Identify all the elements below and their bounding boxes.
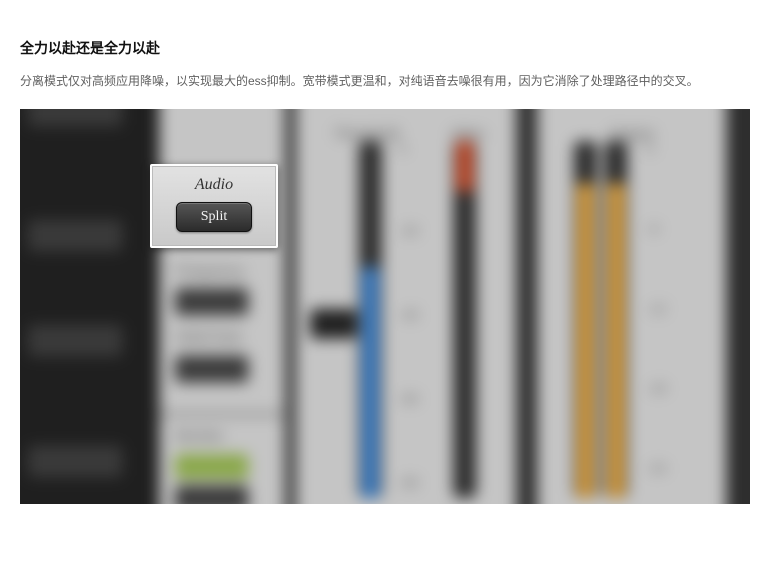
bg-threshold-title: Threshold [334,126,399,143]
bg-threshold-panel: Threshold Atten 0 -20 -40 -60 -80 [296,109,516,504]
bg-output-meter-r [604,141,627,498]
audio-section-label: Audio [152,176,276,194]
bg-monitor-button-2 [175,486,249,504]
bg-output-level-r [608,183,625,498]
section-paragraph: 分离模式仅对高频应用降噪，以实现最大的ess抑制。宽带模式更温和，对纯语音去噪很… [20,72,750,91]
bg-atten-level [456,141,473,191]
bg-dark-button [28,109,122,126]
bg-output-ticks: 0 -6 -12 -18 -24 [646,141,678,498]
plugin-screenshot: Frequency SideChain Monitor Threshold At… [20,109,750,504]
bg-frequency-label: Frequency [175,262,244,279]
bg-atten-title: Atten [451,126,485,143]
bg-monitor-label: Monitor [175,427,224,444]
bg-monitor-button [175,454,249,479]
bg-output-meter-l [574,141,597,498]
bg-dark-button [28,325,122,357]
audio-mode-popup: Audio Split [150,164,278,248]
bg-dark-button [28,220,122,252]
bg-atten-meter [453,141,476,498]
bg-sidechain-label: SideChain [175,328,243,345]
bg-output-title: Output [610,126,654,143]
bg-threshold-slider [310,309,356,338]
bg-sidechain-value [175,356,249,383]
bg-dark-sidebar [20,109,159,504]
split-button[interactable]: Split [176,202,252,232]
bg-threshold-level [362,267,379,498]
bg-output-level-l [577,183,594,498]
bg-threshold-meter [359,141,382,498]
bg-frequency-value [175,288,249,315]
bg-threshold-ticks: 0 -20 -40 -60 -80 [399,141,431,498]
bg-divider [159,412,285,416]
blurred-background: Frequency SideChain Monitor Threshold At… [20,109,750,504]
bg-dark-button [28,446,122,478]
section-heading: 全力以赴还是全力以赴 [20,38,750,58]
bg-output-panel: Output 0 -6 -12 -18 -24 [537,109,726,504]
